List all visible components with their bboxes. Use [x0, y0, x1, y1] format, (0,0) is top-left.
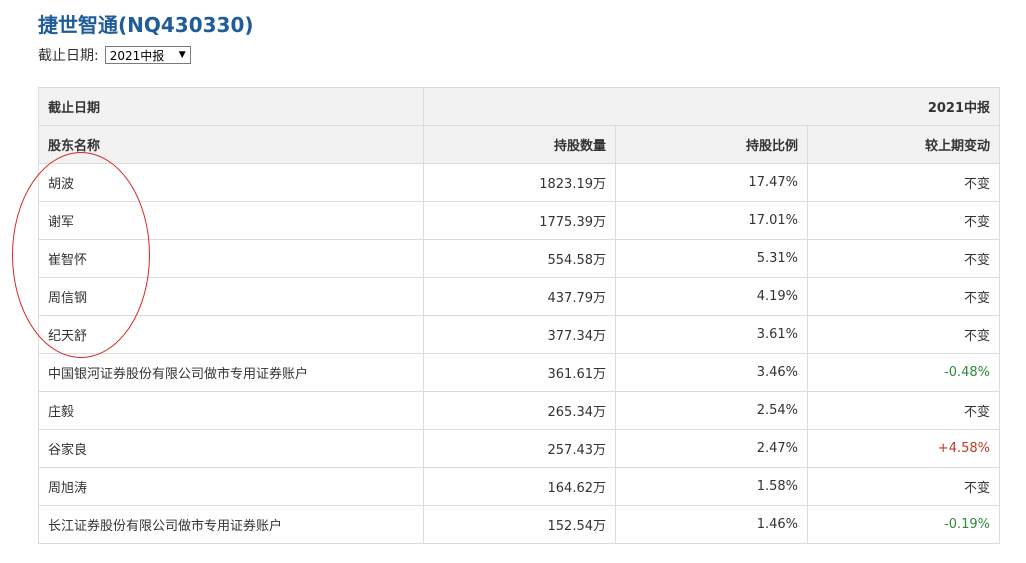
shareholder-name: 中国银河证券股份有限公司做市专用证券账户 [38, 353, 424, 392]
shareholding-ratio: 5.31% [615, 239, 808, 278]
shareholder-name: 谷家良 [38, 429, 424, 468]
change-value: 不变 [807, 315, 1000, 354]
shareholding-ratio: 3.61% [615, 315, 808, 354]
table-row: 谢军 1775.39万 17.01% 不变 [38, 201, 1000, 240]
change-value: -0.19% [807, 505, 1000, 544]
shareholder-name: 庄毅 [38, 391, 424, 430]
date-filter: 截止日期: 2021中报 ▼ [38, 45, 191, 65]
shareholding-ratio: 1.46% [615, 505, 808, 544]
shareholding-amount: 361.61万 [423, 353, 616, 392]
shareholding-ratio: 2.47% [615, 429, 808, 468]
shareholding-amount: 437.79万 [423, 277, 616, 316]
shareholding-amount: 1823.19万 [423, 163, 616, 202]
table-row: 庄毅 265.34万 2.54% 不变 [38, 391, 1000, 430]
table-row: 周信钢 437.79万 4.19% 不变 [38, 277, 1000, 316]
change-value: +4.58% [807, 429, 1000, 468]
header-change: 较上期变动 [807, 125, 1000, 164]
shareholder-table: 截止日期 2021中报 股东名称 持股数量 持股比例 较上期变动 胡波 1823.… [38, 87, 1000, 544]
shareholding-ratio: 3.46% [615, 353, 808, 392]
shareholding-amount: 257.43万 [423, 429, 616, 468]
table-row: 中国银河证券股份有限公司做市专用证券账户 361.61万 3.46% -0.48% [38, 353, 1000, 392]
shareholder-name: 胡波 [38, 163, 424, 202]
table-row: 胡波 1823.19万 17.47% 不变 [38, 163, 1000, 202]
shareholder-name: 纪天舒 [38, 315, 424, 354]
table-header-period-row: 截止日期 2021中报 [38, 87, 1000, 126]
shareholder-name: 谢军 [38, 201, 424, 240]
table-row: 谷家良 257.43万 2.47% +4.58% [38, 429, 1000, 468]
change-value: 不变 [807, 163, 1000, 202]
shareholding-amount: 152.54万 [423, 505, 616, 544]
header-shares: 持股数量 [423, 125, 616, 164]
change-value: 不变 [807, 391, 1000, 430]
header-name: 股东名称 [38, 125, 424, 164]
shareholding-amount: 554.58万 [423, 239, 616, 278]
header-ratio: 持股比例 [615, 125, 808, 164]
change-value: 不变 [807, 239, 1000, 278]
table-header-row: 股东名称 持股数量 持股比例 较上期变动 [38, 125, 1000, 164]
header-date-label: 截止日期 [38, 87, 424, 126]
change-value: 不变 [807, 201, 1000, 240]
shareholding-ratio: 17.47% [615, 163, 808, 202]
table-row: 周旭涛 164.62万 1.58% 不变 [38, 467, 1000, 506]
shareholding-ratio: 1.58% [615, 467, 808, 506]
table-row: 长江证券股份有限公司做市专用证券账户 152.54万 1.46% -0.19% [38, 505, 1000, 544]
shareholder-name: 长江证券股份有限公司做市专用证券账户 [38, 505, 424, 544]
shareholding-ratio: 17.01% [615, 201, 808, 240]
shareholder-name: 崔智怀 [38, 239, 424, 278]
table-row: 崔智怀 554.58万 5.31% 不变 [38, 239, 1000, 278]
date-select[interactable]: 2021中报 ▼ [104, 46, 191, 64]
header-period: 2021中报 [423, 87, 1000, 126]
shareholding-amount: 164.62万 [423, 467, 616, 506]
shareholding-amount: 377.34万 [423, 315, 616, 354]
dropdown-arrow-icon: ▼ [178, 50, 186, 60]
date-filter-label: 截止日期: [38, 48, 99, 64]
shareholding-amount: 265.34万 [423, 391, 616, 430]
date-select-value: 2021中报 [109, 48, 165, 63]
shareholding-amount: 1775.39万 [423, 201, 616, 240]
page-title: 捷世智通(NQ430330) [38, 13, 254, 37]
change-value: -0.48% [807, 353, 1000, 392]
shareholding-ratio: 2.54% [615, 391, 808, 430]
shareholder-name: 周信钢 [38, 277, 424, 316]
change-value: 不变 [807, 467, 1000, 506]
change-value: 不变 [807, 277, 1000, 316]
shareholder-name: 周旭涛 [38, 467, 424, 506]
table-row: 纪天舒 377.34万 3.61% 不变 [38, 315, 1000, 354]
shareholding-ratio: 4.19% [615, 277, 808, 316]
